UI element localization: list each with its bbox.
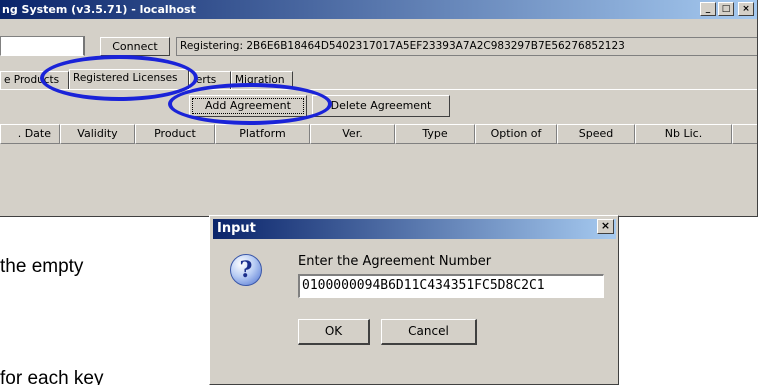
close-icon[interactable]: ×: [738, 2, 754, 16]
column-version[interactable]: Ver.: [310, 124, 395, 144]
column-date-prefix: .: [17, 127, 25, 140]
connect-button[interactable]: Connect: [100, 37, 170, 56]
maximize-icon[interactable]: □: [718, 2, 734, 16]
column-type[interactable]: Type: [395, 124, 475, 144]
dialog-title-bar: Input: [213, 219, 616, 239]
server-input[interactable]: [0, 36, 85, 56]
document-text-line-1: the empty: [0, 256, 84, 277]
window-title-bar: ng System (v3.5.71) - localhost _ □ ×: [0, 0, 757, 19]
column-nb-lic[interactable]: Nb Lic.: [635, 124, 732, 144]
agreement-number-input[interactable]: 0100000094B6D11C434351FC5D8C2C1: [298, 274, 604, 298]
column-speed[interactable]: Speed: [557, 124, 635, 144]
question-icon: ?: [230, 254, 262, 286]
column-option-of[interactable]: Option of: [475, 124, 557, 144]
window-controls: _ □ ×: [700, 2, 754, 16]
column-date-label: Date: [24, 127, 51, 140]
annotation-ellipse-registered-licenses: [40, 55, 198, 101]
column-filler: [732, 124, 757, 144]
license-grid: . Date Validity Product Platform Ver. Ty…: [0, 124, 757, 216]
dialog-title: Input: [217, 221, 256, 236]
document-text-line-2: for each key: [0, 368, 104, 385]
ok-button[interactable]: OK: [298, 319, 370, 345]
main-window: ng System (v3.5.71) - localhost _ □ × Co…: [0, 0, 758, 217]
column-platform[interactable]: Platform: [215, 124, 310, 144]
input-dialog: Input × ? Enter the Agreement Number 010…: [209, 215, 619, 385]
window-title: ng System (v3.5.71) - localhost: [2, 3, 196, 16]
column-validity[interactable]: Validity: [60, 124, 135, 144]
minimize-icon[interactable]: _: [700, 2, 716, 16]
column-date[interactable]: . Date: [0, 124, 60, 144]
grid-header: . Date Validity Product Platform Ver. Ty…: [0, 124, 757, 144]
dialog-prompt: Enter the Agreement Number: [298, 254, 492, 269]
column-product[interactable]: Product: [135, 124, 215, 144]
delete-agreement-button[interactable]: Delete Agreement: [312, 95, 450, 117]
cancel-button[interactable]: Cancel: [381, 319, 477, 345]
registration-status-field: Registering: 2B6E6B18464D5402317017A5EF2…: [176, 37, 757, 56]
annotation-ellipse-add-agreement: [168, 83, 332, 125]
dialog-close-icon[interactable]: ×: [597, 219, 614, 234]
